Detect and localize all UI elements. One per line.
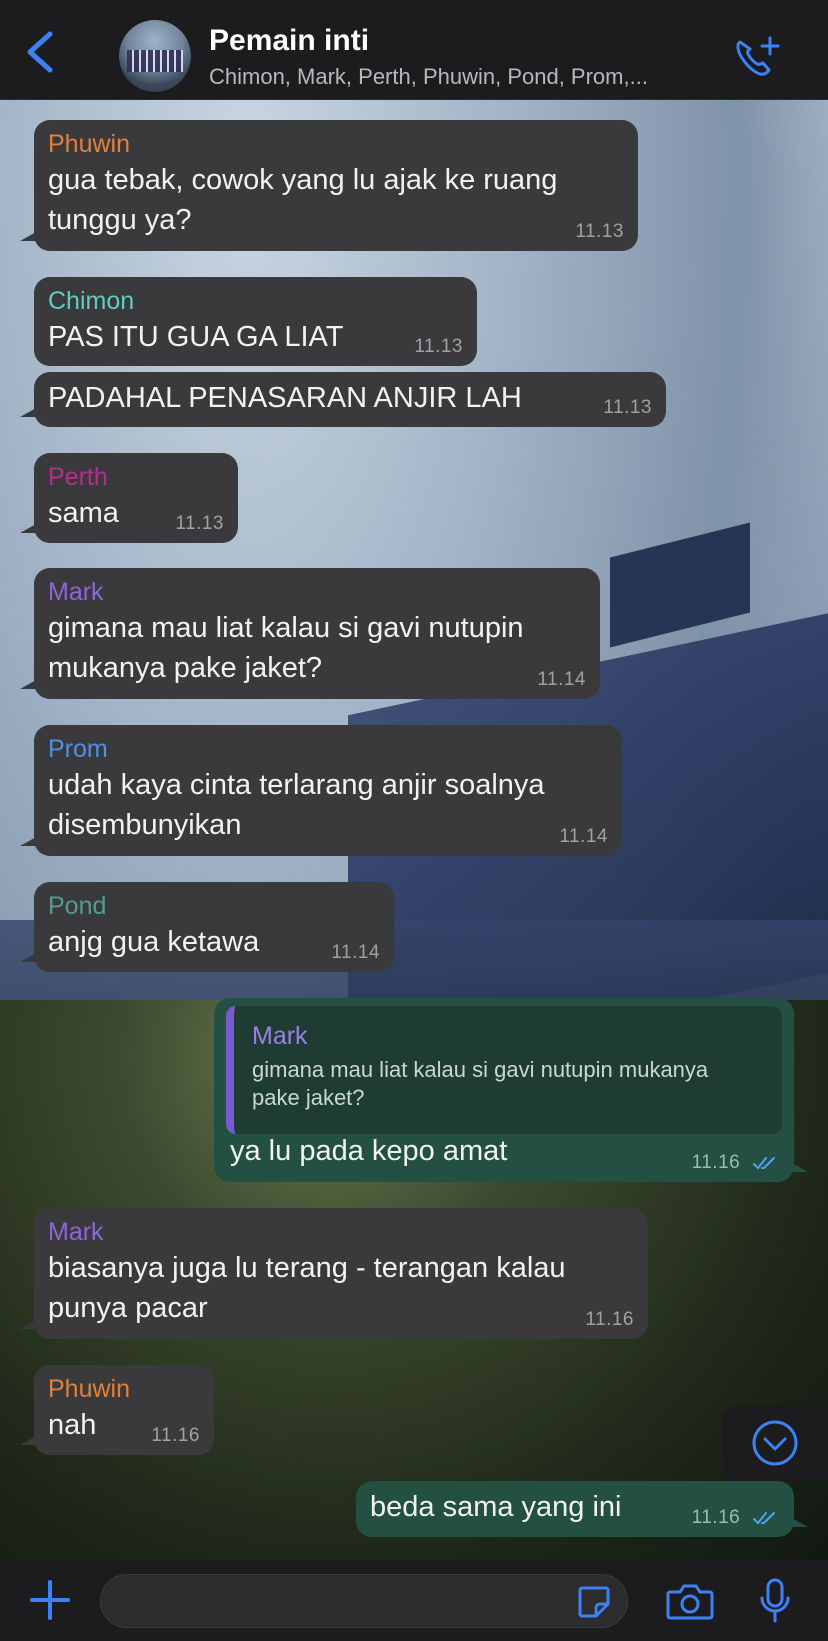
message-sender: Chimon: [48, 287, 135, 315]
message-time-row: 11.16: [692, 1507, 778, 1529]
group-photo: [127, 50, 183, 72]
message-bubble-perth[interactable]: Perth sama 11.13: [20, 453, 238, 543]
message-time: 11.16: [585, 1309, 634, 1330]
stadium-scoreboard: [610, 522, 750, 648]
quoted-message[interactable]: Mark gimana mau liat kalau si gavi nutup…: [226, 1006, 782, 1134]
camera-button[interactable]: [666, 1582, 714, 1622]
message-bubble-prom[interactable]: Prom udah kaya cinta terlarang anjir soa…: [20, 725, 622, 856]
message-bubble-pond[interactable]: Pond anjg gua ketawa 11.14: [20, 882, 394, 972]
sticker-button[interactable]: [576, 1584, 612, 1620]
quoted-text: gimana mau liat kalau si gavi nutupin mu…: [252, 1057, 709, 1082]
message-sender: Phuwin: [48, 130, 130, 158]
message-text: mukanya pake jaket?: [48, 652, 323, 684]
quoted-sender: Mark: [252, 1022, 308, 1050]
message-bubble-outgoing-reply[interactable]: Mark gimana mau liat kalau si gavi nutup…: [214, 998, 808, 1182]
message-text: anjg gua ketawa: [48, 926, 260, 958]
message-sender: Mark: [48, 1218, 104, 1246]
double-check-icon: [753, 1511, 775, 1525]
attach-button[interactable]: [28, 1578, 72, 1622]
message-sender: Pond: [48, 892, 107, 920]
back-button[interactable]: [22, 30, 62, 74]
composer-bar: [0, 1560, 828, 1641]
message-sender: Perth: [48, 463, 108, 491]
message-time: 11.13: [603, 397, 652, 418]
chat-title[interactable]: Pemain inti: [209, 24, 369, 58]
chat-header: Pemain inti Chimon, Mark, Perth, Phuwin,…: [0, 0, 828, 100]
message-time: 11.16: [691, 1152, 741, 1173]
message-bubble-mark[interactable]: Mark biasanya juga lu terang - terangan …: [20, 1208, 648, 1339]
message-time: 11.14: [559, 826, 608, 847]
message-bubble-chimon[interactable]: PADAHAL PENASARAN ANJIR LAH 11.13: [20, 372, 666, 427]
message-text: PAS ITU GUA GA LIAT: [48, 321, 344, 353]
message-input[interactable]: [100, 1574, 628, 1628]
message-time: 11.13: [175, 513, 224, 534]
message-bubble-outgoing[interactable]: beda sama yang ini 11.16: [356, 1481, 808, 1537]
double-check-icon: [753, 1156, 775, 1170]
message-time: 11.13: [414, 336, 463, 357]
message-sender: Prom: [48, 735, 108, 763]
message-time: 11.14: [331, 942, 380, 963]
message-bubble-phuwin[interactable]: Phuwin nah 11.16: [20, 1365, 214, 1455]
message-text: tunggu ya?: [48, 204, 192, 236]
message-text: gua tebak, cowok yang lu ajak ke ruang: [48, 164, 558, 196]
message-text: biasanya juga lu terang - terangan kalau: [48, 1252, 566, 1284]
message-text: disembunyikan: [48, 809, 242, 841]
message-bubble-mark[interactable]: Mark gimana mau liat kalau si gavi nutup…: [20, 568, 600, 699]
message-bubble-chimon[interactable]: Chimon PAS ITU GUA GA LIAT 11.13: [34, 277, 477, 366]
message-text: udah kaya cinta terlarang anjir soalnya: [48, 769, 545, 801]
message-time: 11.13: [575, 221, 624, 242]
chevron-down-circle-icon: [752, 1420, 798, 1466]
group-avatar[interactable]: [119, 20, 191, 92]
message-text: PADAHAL PENASARAN ANJIR LAH: [48, 382, 522, 414]
chat-members[interactable]: Chimon, Mark, Perth, Phuwin, Pond, Prom,…: [209, 64, 709, 90]
message-text: punya pacar: [48, 1292, 208, 1324]
message-time: 11.16: [151, 1425, 200, 1446]
message-text: gimana mau liat kalau si gavi nutupin: [48, 612, 524, 644]
phone-plus-icon: [736, 36, 780, 76]
message-sender: Phuwin: [48, 1375, 130, 1403]
message-text: ya lu pada kepo amat: [230, 1135, 508, 1167]
camera-icon: [666, 1584, 714, 1620]
add-call-button[interactable]: [732, 34, 780, 82]
scroll-to-bottom-button[interactable]: [722, 1405, 828, 1481]
chevron-left-icon: [27, 31, 53, 73]
sticker-icon: [578, 1586, 610, 1618]
message-time: 11.14: [537, 669, 586, 690]
quoted-text: pake jaket?: [252, 1085, 365, 1110]
message-sender: Mark: [48, 578, 104, 606]
microphone-icon: [760, 1578, 790, 1623]
message-time: 11.16: [691, 1507, 741, 1528]
message-bubble-phuwin[interactable]: Phuwin gua tebak, cowok yang lu ajak ke …: [20, 120, 638, 251]
plus-icon: [30, 1580, 70, 1620]
message-time-row: 11.16: [692, 1152, 778, 1174]
voice-message-button[interactable]: [758, 1578, 792, 1624]
